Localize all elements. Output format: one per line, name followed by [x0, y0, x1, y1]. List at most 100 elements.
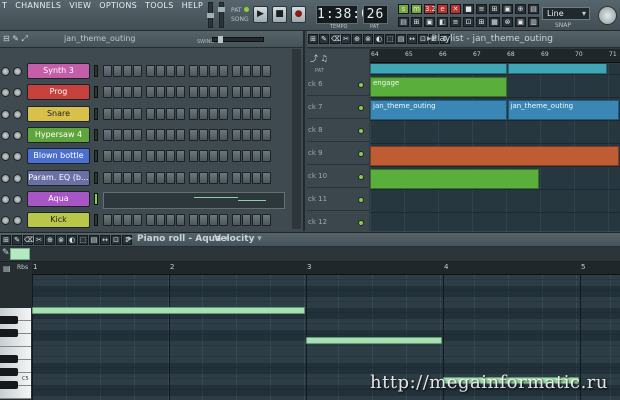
step-button[interactable]: [176, 214, 185, 227]
step-button[interactable]: [252, 128, 261, 141]
tool-button[interactable]: ■: [463, 4, 474, 14]
tool-button[interactable]: ⊗: [502, 17, 513, 27]
channel-name-button[interactable]: Synth 3: [27, 63, 90, 79]
step-button[interactable]: [103, 214, 112, 227]
step-button[interactable]: [166, 65, 175, 77]
playlist-tool-icon[interactable]: ⊕: [352, 34, 362, 44]
step-button[interactable]: [156, 107, 165, 120]
step-button[interactable]: [176, 150, 185, 163]
channel-select-led[interactable]: [94, 150, 98, 163]
swing-slider[interactable]: [212, 36, 264, 43]
step-button[interactable]: [242, 214, 251, 227]
step-button[interactable]: [103, 107, 112, 120]
piano-roll-tool-icon[interactable]: ✎: [12, 235, 22, 245]
step-button[interactable]: [113, 65, 122, 77]
step-button[interactable]: [146, 171, 155, 184]
pat-song-switch[interactable]: PAT SONG: [231, 6, 249, 24]
rack-menu-icon[interactable]: ⊟ ✎ ⤢: [3, 34, 28, 44]
step-button[interactable]: [123, 150, 132, 163]
channel-select-led[interactable]: [94, 107, 98, 120]
playlist-grid[interactable]: spacerhythm engage jan_theme_outing jan_the…: [370, 64, 620, 231]
track-enable-led[interactable]: [358, 220, 364, 226]
channel-volume-knob[interactable]: [13, 130, 22, 140]
tool-button[interactable]: ⊞: [476, 17, 487, 27]
channel-select-led[interactable]: [94, 65, 98, 77]
step-button[interactable]: [189, 86, 198, 99]
step-button[interactable]: [133, 86, 142, 99]
tempo-display[interactable]: 26: [363, 5, 388, 24]
channel-name-button[interactable]: Aqua: [27, 190, 90, 207]
step-button[interactable]: [123, 107, 132, 120]
piano-keys[interactable]: [0, 308, 31, 400]
channel-name-button[interactable]: Param. EQ (b...: [27, 169, 90, 186]
channel-volume-knob[interactable]: [13, 88, 22, 98]
playlist-timeline[interactable]: 64 65 66 67 68 69 70 71: [370, 49, 620, 63]
selection-marker[interactable]: [10, 248, 30, 260]
piano-roll-timeline[interactable]: 1 2 3 4 5: [32, 262, 620, 275]
step-button[interactable]: [176, 65, 185, 77]
pattern-picker-icon[interactable]: ⤴ ♫: [310, 53, 328, 64]
step-button[interactable]: [189, 65, 198, 77]
step-button[interactable]: [232, 107, 241, 120]
channel-name-button[interactable]: Blown bottle: [27, 148, 90, 165]
step-button[interactable]: [209, 150, 218, 163]
step-button[interactable]: [232, 86, 241, 99]
step-button[interactable]: [123, 86, 132, 99]
step-button[interactable]: [209, 107, 218, 120]
step-button[interactable]: [232, 65, 241, 77]
keyboard-menu-icon[interactable]: ▤: [3, 264, 11, 273]
step-button[interactable]: [156, 86, 165, 99]
step-button[interactable]: [123, 128, 132, 141]
step-button[interactable]: [146, 107, 155, 120]
playlist-clip[interactable]: jan_theme_outing: [370, 100, 507, 120]
track-enable-led[interactable]: [358, 128, 364, 134]
piano-roll-tool-icon[interactable]: ⊗: [56, 235, 66, 245]
playlist-tool-icon[interactable]: ▤: [396, 34, 406, 44]
playlist-clip[interactable]: [370, 169, 539, 189]
menu-tools[interactable]: TOOLS: [145, 0, 174, 11]
step-button[interactable]: [156, 150, 165, 163]
step-button[interactable]: [242, 86, 251, 99]
channel-pan-knob[interactable]: [1, 152, 10, 162]
step-button[interactable]: [262, 150, 271, 163]
step-button[interactable]: [209, 86, 218, 99]
track-enable-led[interactable]: [358, 151, 364, 157]
step-button[interactable]: [113, 107, 122, 120]
playlist-clip[interactable]: jan_theme_outing: [507, 100, 619, 120]
step-button[interactable]: [176, 171, 185, 184]
step-button[interactable]: [166, 128, 175, 141]
playlist-tool-icon[interactable]: ✎: [319, 34, 329, 44]
channel-name-button[interactable]: Snare: [27, 105, 90, 122]
step-button[interactable]: [252, 171, 261, 184]
step-button[interactable]: [133, 214, 142, 227]
tool-button[interactable]: ▣: [502, 4, 513, 14]
step-button[interactable]: [199, 65, 208, 77]
tool-button[interactable]: s: [398, 4, 409, 14]
step-button[interactable]: [103, 150, 112, 163]
step-button[interactable]: [219, 86, 228, 99]
step-button[interactable]: [189, 150, 198, 163]
step-button[interactable]: [166, 214, 175, 227]
channel-pan-knob[interactable]: [1, 216, 10, 226]
channel-name-button[interactable]: Prog: [27, 84, 90, 101]
step-button[interactable]: [146, 150, 155, 163]
event-target-dropdown[interactable]: Velocity: [214, 234, 262, 244]
track-enable-led[interactable]: [358, 197, 364, 203]
tool-button[interactable]: m: [411, 4, 422, 14]
step-button[interactable]: [156, 65, 165, 77]
playlist-track-header[interactable]: ck 9: [307, 143, 369, 165]
channel-pan-knob[interactable]: [1, 67, 10, 76]
record-button[interactable]: ●: [291, 6, 306, 23]
step-button[interactable]: [176, 107, 185, 120]
step-button[interactable]: [219, 65, 228, 77]
step-button[interactable]: [123, 214, 132, 227]
master-knob[interactable]: [598, 6, 617, 25]
step-button[interactable]: [242, 150, 251, 163]
step-button[interactable]: [123, 65, 132, 77]
step-button[interactable]: [242, 65, 251, 77]
tool-button[interactable]: ≡: [450, 17, 461, 27]
step-button[interactable]: [262, 107, 271, 120]
tool-button[interactable]: ⊞: [411, 17, 422, 27]
stop-button[interactable]: ■: [272, 6, 287, 23]
channel-volume-knob[interactable]: [13, 109, 22, 119]
